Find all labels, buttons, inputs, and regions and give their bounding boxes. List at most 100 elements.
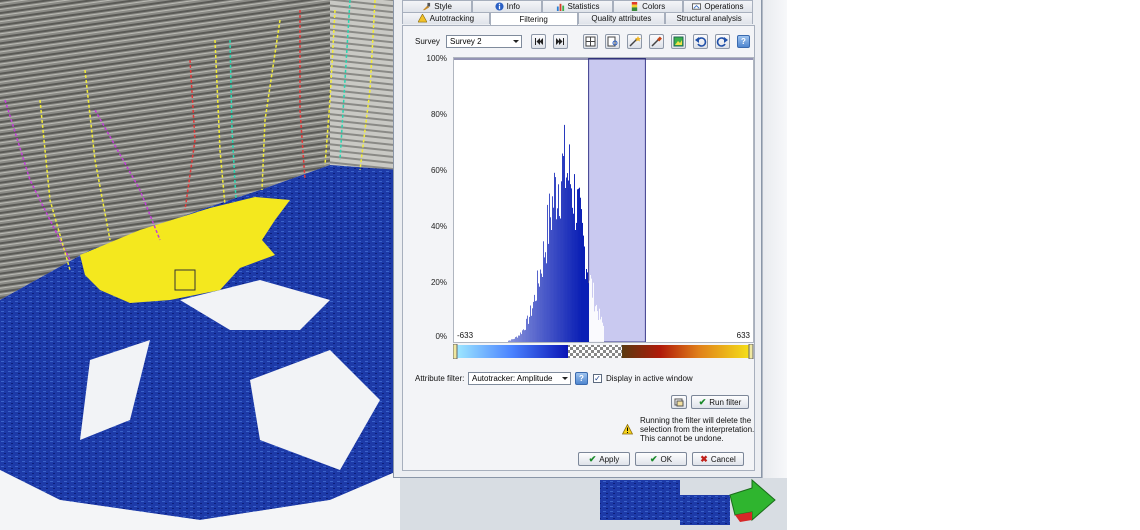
histogram-bar xyxy=(538,283,539,342)
histogram-bar xyxy=(525,329,526,342)
histogram-bar xyxy=(548,243,549,342)
histogram-bar xyxy=(588,283,589,342)
tab-colors-label: Colors xyxy=(642,2,666,11)
wand-button[interactable] xyxy=(627,34,642,49)
color-scale-bar[interactable] xyxy=(453,344,754,359)
ok-button[interactable]: ✔ OK xyxy=(635,452,687,466)
histogram-bar xyxy=(534,294,535,342)
histogram-bar xyxy=(537,270,538,342)
tab-autotracking[interactable]: Autotracking xyxy=(402,12,490,24)
histogram-bar xyxy=(553,207,554,342)
undo-button[interactable] xyxy=(693,34,708,49)
histogram-bar xyxy=(597,311,598,342)
histogram-bar xyxy=(523,329,524,342)
histogram-bar xyxy=(540,269,541,342)
tab-statistics[interactable]: Statistics xyxy=(542,0,613,12)
tab-info[interactable]: Info xyxy=(472,0,543,12)
cancel-label: Cancel xyxy=(710,454,736,464)
histogram-bar xyxy=(583,235,584,342)
help-button[interactable]: ? xyxy=(737,35,750,48)
histogram-bar xyxy=(595,306,596,342)
min-handle xyxy=(453,344,458,359)
eyedropper-button[interactable] xyxy=(649,34,664,49)
image-icon xyxy=(673,36,684,47)
operations-icon xyxy=(692,3,702,10)
brush-icon xyxy=(423,2,431,11)
tab-structural-analysis[interactable]: Structural analysis xyxy=(665,12,753,24)
histogram-bar xyxy=(600,319,601,342)
cancel-button[interactable]: ✖ Cancel xyxy=(692,452,744,466)
histogram-bar xyxy=(564,124,565,343)
first-button[interactable] xyxy=(531,34,546,49)
x-max-label: 633 xyxy=(736,331,750,340)
histogram-bar xyxy=(562,153,563,342)
histogram-bar xyxy=(529,316,530,342)
histogram-bar xyxy=(516,336,517,342)
help-icon: ? xyxy=(579,374,584,383)
histogram-bar xyxy=(567,173,568,342)
redo-icon xyxy=(716,37,728,47)
tab-structural-analysis-label: Structural analysis xyxy=(676,14,742,23)
histogram-bar xyxy=(594,311,595,342)
survey-select[interactable]: Survey 2 xyxy=(446,35,522,48)
filter-options-button[interactable] xyxy=(671,395,687,409)
histogram-bar xyxy=(585,279,586,342)
attribute-help-button[interactable]: ? xyxy=(575,372,588,385)
histogram-bar xyxy=(546,263,547,342)
histogram-bar xyxy=(572,207,573,342)
statistics-icon xyxy=(556,3,564,11)
tab-style[interactable]: Style xyxy=(402,0,473,12)
histogram-bar xyxy=(561,181,562,342)
histogram-bar xyxy=(526,318,527,342)
autotracking-icon xyxy=(417,14,427,23)
histogram-bar xyxy=(524,330,525,342)
chevron-down-icon xyxy=(513,40,519,43)
check-icon: ✔ xyxy=(649,453,658,464)
histogram-canvas xyxy=(454,57,753,343)
display-active-checkbox[interactable]: ✓ xyxy=(593,374,602,383)
histogram-bar xyxy=(584,246,585,342)
undo-icon xyxy=(695,37,707,47)
histogram-bar xyxy=(582,222,583,342)
apply-button[interactable]: ✔ Apply xyxy=(578,452,630,466)
histogram-bar xyxy=(544,257,545,342)
histogram-bar xyxy=(560,218,561,342)
histogram-bar xyxy=(557,208,558,342)
histogram-bar xyxy=(603,325,604,342)
histogram-bar xyxy=(571,188,572,342)
help-icon: ? xyxy=(741,37,746,46)
histogram-bar xyxy=(514,338,515,342)
grid-button[interactable] xyxy=(583,34,598,49)
histogram-plot[interactable]: -633 633 xyxy=(453,57,754,343)
tab-quality-attributes[interactable]: Quality attributes xyxy=(577,12,666,24)
run-filter-button[interactable]: ✔ Run filter xyxy=(691,395,749,409)
warning-text: Running the filter will delete the selec… xyxy=(640,416,760,443)
tab-operations[interactable]: Operations xyxy=(682,0,754,12)
run-filter-label: Run filter xyxy=(709,397,742,407)
tab-row-bottom: Autotracking Filtering Quality attribute… xyxy=(402,12,753,25)
histogram-bar xyxy=(531,315,532,342)
y-tick-80: 80% xyxy=(430,110,447,119)
grid-zoom-button[interactable] xyxy=(605,34,620,49)
tab-row-top: Style Info Statistics Colors Operations xyxy=(402,0,754,12)
histogram-bar xyxy=(589,280,590,342)
previous-button[interactable] xyxy=(553,34,568,49)
tab-filtering-label: Filtering xyxy=(519,14,548,24)
tab-filtering[interactable]: Filtering xyxy=(489,12,578,25)
histogram-bar xyxy=(533,301,534,342)
wand-icon xyxy=(629,36,641,47)
histogram-bar xyxy=(565,188,566,342)
histogram-bar xyxy=(574,174,575,342)
tab-colors[interactable]: Colors xyxy=(612,0,683,12)
tab-autotracking-label: Autotracking xyxy=(429,14,475,23)
histogram-bar xyxy=(578,188,579,342)
histogram-bar xyxy=(575,230,576,342)
histogram-bar xyxy=(542,277,543,342)
image-button[interactable] xyxy=(671,34,686,49)
y-tick-100: 100% xyxy=(426,54,447,63)
attribute-filter-select[interactable]: Autotracker: Amplitude xyxy=(468,372,571,385)
vertical-scrollbar[interactable] xyxy=(762,0,787,478)
histogram-bar xyxy=(596,304,597,342)
redo-button[interactable] xyxy=(715,34,730,49)
histogram-bar xyxy=(554,172,555,342)
